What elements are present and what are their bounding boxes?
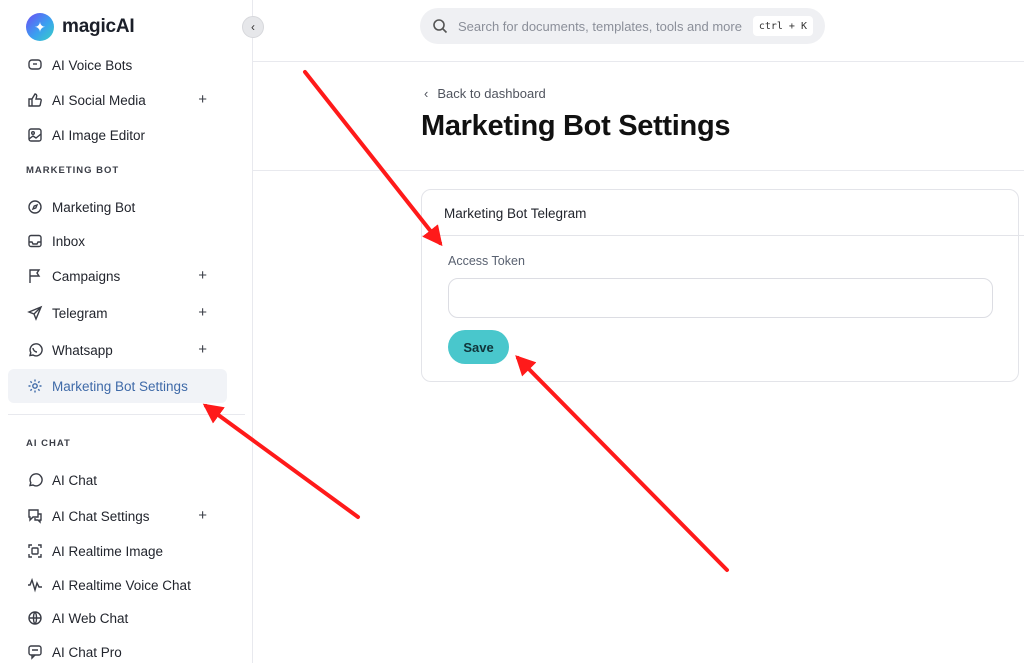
expand-plus-icon[interactable]: + [198,267,207,284]
sidebar-item-telegram[interactable]: Telegram + [8,296,227,330]
gear-icon [26,377,44,395]
save-button[interactable]: Save [448,330,509,364]
sidebar-item-marketing-bot-settings[interactable]: Marketing Bot Settings [8,369,227,403]
sidebar-item-inbox[interactable]: Inbox [8,224,227,258]
section-label-ai-chat: AI CHAT [26,438,71,449]
sidebar-item-ai-realtime-voice-chat[interactable]: AI Realtime Voice Chat [8,568,227,602]
thumbs-up-icon [26,91,44,109]
flag-icon [26,267,44,285]
send-icon [26,304,44,322]
brand-name: magicAI [62,16,135,37]
page-title: Marketing Bot Settings [421,110,731,142]
sidebar-item-ai-social-media[interactable]: AI Social Media + [8,83,227,117]
sidebar-item-ai-voice-bots[interactable]: AI Voice Bots [8,48,227,82]
sidebar-item-ai-chat-settings[interactable]: AI Chat Settings + [8,499,227,533]
back-to-dashboard-link[interactable]: ‹ Back to dashboard [424,86,546,101]
sidebar: ✦ magicAI AI Voice Bots AI Social Media … [0,0,253,663]
access-token-label: Access Token [448,254,525,268]
search-shortcut-badge: ctrl + K [752,16,813,36]
sidebar-item-ai-image-editor[interactable]: AI Image Editor [8,118,227,152]
compass-icon [26,198,44,216]
section-label-marketing-bot: MARKETING BOT [26,165,120,176]
chat-settings-icon [26,507,44,525]
chat-pro-icon [26,643,44,661]
card-divider [422,235,1024,236]
sidebar-item-ai-realtime-image[interactable]: AI Realtime Image [8,534,227,568]
expand-plus-icon[interactable]: + [198,341,207,358]
voice-bot-icon [26,56,44,74]
expand-plus-icon[interactable]: + [198,507,207,524]
annotation-arrow-save [515,355,729,572]
sidebar-item-ai-chat-pro[interactable]: AI Chat Pro [8,635,227,663]
globe-icon [26,609,44,627]
search-icon [433,19,448,34]
header-divider [253,61,1024,62]
sidebar-item-ai-web-chat[interactable]: AI Web Chat [8,601,227,635]
sidebar-item-ai-chat[interactable]: AI Chat [8,463,227,497]
sidebar-item-marketing-bot[interactable]: Marketing Bot [8,190,227,224]
chat-bubble-icon [26,471,44,489]
whatsapp-icon [26,341,44,359]
realtime-image-icon [26,542,44,560]
annotation-arrow-access-token [303,70,443,247]
card-title: Marketing Bot Telegram [444,206,587,221]
sparkle-icon: ✦ [26,13,54,41]
sidebar-item-campaigns[interactable]: Campaigns + [8,259,227,293]
sidebar-divider [8,414,245,415]
expand-plus-icon[interactable]: + [198,91,207,108]
expand-plus-icon[interactable]: + [198,304,207,321]
search-input[interactable]: Search for documents, templates, tools a… [458,19,742,34]
access-token-input[interactable] [448,278,993,318]
brand[interactable]: ✦ magicAI [26,12,135,42]
search-bar[interactable]: Search for documents, templates, tools a… [420,8,825,44]
chevron-left-icon: ‹ [251,20,255,34]
chevron-left-icon: ‹ [424,86,429,101]
sidebar-item-whatsapp[interactable]: Whatsapp + [8,333,227,367]
title-divider [253,170,1024,171]
inbox-icon [26,232,44,250]
image-edit-icon [26,126,44,144]
waveform-icon [26,576,44,594]
sidebar-collapse-button[interactable]: ‹ [242,16,264,38]
telegram-settings-card: Marketing Bot Telegram Access Token Save [421,189,1024,382]
